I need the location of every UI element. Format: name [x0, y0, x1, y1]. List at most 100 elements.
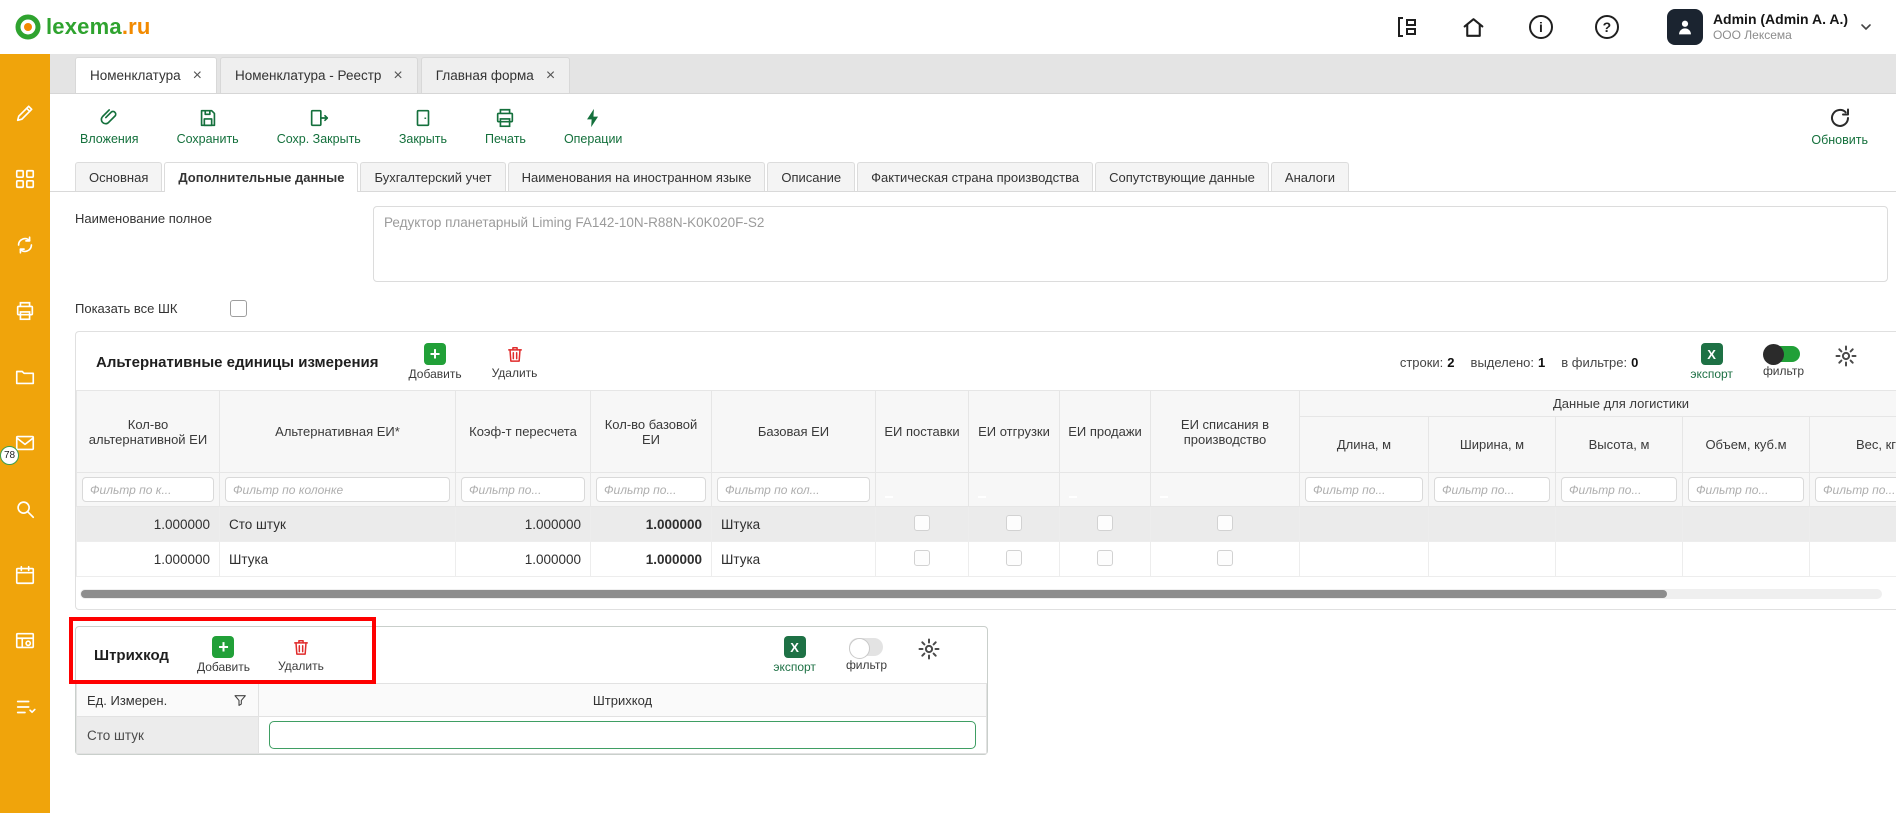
- attachments-button[interactable]: Вложения: [80, 107, 139, 146]
- col-header[interactable]: ЕИ отгрузки: [969, 391, 1060, 473]
- tab-dopolnitelnye-dannye[interactable]: Дополнительные данные: [164, 162, 358, 192]
- print-button[interactable]: Печать: [485, 107, 526, 146]
- col-header[interactable]: Кол-во базовой ЕИ: [591, 391, 712, 473]
- cell-qty-base[interactable]: 1.000000: [591, 507, 712, 542]
- user-menu[interactable]: Admin (Admin A. A.) ООО Лексема: [1667, 9, 1874, 45]
- row-checkbox[interactable]: [914, 515, 930, 531]
- col-header[interactable]: ЕИ поставки: [876, 391, 969, 473]
- cell-empty[interactable]: [1810, 542, 1896, 577]
- scrollbar-thumb[interactable]: [81, 590, 1667, 598]
- home-icon[interactable]: [1461, 14, 1487, 40]
- sync-icon[interactable]: [12, 232, 38, 258]
- tab-analogi[interactable]: Аналоги: [1271, 162, 1349, 191]
- gear-icon[interactable]: [917, 637, 941, 661]
- toggle-off-icon[interactable]: [849, 638, 883, 656]
- window-tab-nomenklatura[interactable]: Номенклатура ×: [75, 57, 217, 93]
- cell-coef[interactable]: 1.000000: [456, 507, 591, 542]
- barcode-col-barcode[interactable]: Штрихкод: [259, 684, 987, 717]
- alt-units-delete-button[interactable]: Удалить: [492, 344, 538, 380]
- cell-empty[interactable]: [1429, 507, 1556, 542]
- print-icon[interactable]: [12, 298, 38, 324]
- cell-empty[interactable]: [1810, 507, 1896, 542]
- cell-empty[interactable]: [1556, 507, 1683, 542]
- col-header[interactable]: ЕИ списания в производство: [1151, 391, 1300, 473]
- refresh-button[interactable]: Обновить: [1811, 106, 1868, 147]
- funnel-icon[interactable]: [233, 693, 248, 708]
- close-icon[interactable]: ×: [546, 68, 555, 84]
- barcode-input[interactable]: [269, 721, 976, 749]
- filter-input[interactable]: [1688, 477, 1804, 502]
- barcode-add-button[interactable]: + Добавить: [197, 636, 250, 674]
- info-icon[interactable]: i: [1529, 15, 1553, 39]
- alt-units-add-button[interactable]: + Добавить: [409, 343, 462, 381]
- operations-button[interactable]: Операции: [564, 107, 622, 146]
- filter-toggle[interactable]: фильтр: [1763, 343, 1804, 378]
- col-header[interactable]: Ширина, м: [1429, 417, 1556, 473]
- cell-empty[interactable]: [1683, 507, 1810, 542]
- col-header[interactable]: Кол-во альтернативной ЕИ: [77, 391, 220, 473]
- cell-alt-unit[interactable]: Сто штук: [220, 507, 456, 542]
- cell-qty-alt[interactable]: 1.000000: [77, 542, 220, 577]
- cell-empty[interactable]: [1683, 542, 1810, 577]
- cell-alt-unit[interactable]: Штука: [220, 542, 456, 577]
- search-icon[interactable]: [12, 496, 38, 522]
- cell-empty[interactable]: [1556, 542, 1683, 577]
- help-icon[interactable]: ?: [1595, 15, 1619, 39]
- col-header[interactable]: Коэф-т пересчета: [456, 391, 591, 473]
- row-checkbox[interactable]: [1217, 515, 1233, 531]
- toggle-on-icon[interactable]: [1766, 346, 1800, 362]
- col-header[interactable]: Вес, кг: [1810, 417, 1896, 473]
- tab-opisanie[interactable]: Описание: [767, 162, 855, 191]
- col-header[interactable]: Базовая ЕИ: [712, 391, 876, 473]
- cell-qty-alt[interactable]: 1.000000: [77, 507, 220, 542]
- row-checkbox[interactable]: [1006, 550, 1022, 566]
- tasks-list-icon[interactable]: [12, 694, 38, 720]
- save-close-button[interactable]: Сохр. Закрыть: [277, 107, 361, 146]
- row-checkbox[interactable]: [1097, 515, 1113, 531]
- barcode-row[interactable]: Сто штук: [77, 717, 987, 754]
- tab-naimenovaniya-inostr[interactable]: Наименования на иностранном языке: [508, 162, 766, 191]
- window-tab-glavnaya-forma[interactable]: Главная форма ×: [421, 57, 570, 93]
- cell-base-unit[interactable]: Штука: [712, 542, 876, 577]
- row-checkbox[interactable]: [1217, 550, 1233, 566]
- cell-qty-base[interactable]: 1.000000: [591, 542, 712, 577]
- folder-icon[interactable]: [12, 364, 38, 390]
- row-checkbox[interactable]: [1097, 550, 1113, 566]
- barcode-col-unit[interactable]: Ед. Измерен.: [77, 684, 259, 717]
- tab-fakticheskaya-strana[interactable]: Фактическая страна производства: [857, 162, 1093, 191]
- col-header[interactable]: Альтернативная ЕИ*: [220, 391, 456, 473]
- barcode-delete-button[interactable]: Удалить: [278, 637, 324, 673]
- cell-empty[interactable]: [1300, 507, 1429, 542]
- filter-input[interactable]: [1815, 477, 1896, 502]
- save-button[interactable]: Сохранить: [177, 107, 239, 146]
- close-icon[interactable]: ×: [393, 68, 402, 84]
- col-header[interactable]: Длина, м: [1300, 417, 1429, 473]
- col-header[interactable]: Высота, м: [1556, 417, 1683, 473]
- cell-unit[interactable]: Сто штук: [77, 717, 259, 754]
- filter-input[interactable]: [461, 477, 585, 502]
- filter-input[interactable]: [82, 477, 214, 502]
- modules-grid-icon[interactable]: [12, 166, 38, 192]
- cell-empty[interactable]: [1429, 542, 1556, 577]
- close-icon[interactable]: ×: [193, 68, 202, 84]
- close-button[interactable]: Закрыть: [399, 107, 447, 146]
- cell-coef[interactable]: 1.000000: [456, 542, 591, 577]
- filter-input[interactable]: [596, 477, 706, 502]
- filter-input[interactable]: [1434, 477, 1550, 502]
- barcode-filter-toggle[interactable]: фильтр: [846, 636, 887, 672]
- mail-icon[interactable]: 78: [12, 430, 38, 456]
- tab-buhgalterskiy-uchet[interactable]: Бухгалтерский учет: [360, 162, 505, 191]
- gear-icon[interactable]: [1834, 344, 1858, 368]
- tab-osnovnaya[interactable]: Основная: [75, 162, 162, 191]
- cell-empty[interactable]: [1300, 542, 1429, 577]
- table-settings-icon[interactable]: [12, 628, 38, 654]
- window-tab-nomenklatura-reestr[interactable]: Номенклатура - Реестр ×: [220, 57, 418, 93]
- workspace-icon[interactable]: [1393, 14, 1419, 40]
- table-row-selected[interactable]: 1.000000 Сто штук 1.000000 1.000000 Штук…: [77, 507, 1896, 542]
- filter-input[interactable]: [225, 477, 450, 502]
- filter-input[interactable]: [717, 477, 870, 502]
- barcode-export-excel-button[interactable]: X экспорт: [773, 636, 816, 674]
- tab-soputstvuyushchie[interactable]: Сопутствующие данные: [1095, 162, 1269, 191]
- col-header[interactable]: ЕИ продажи: [1060, 391, 1151, 473]
- filter-input[interactable]: [1305, 477, 1423, 502]
